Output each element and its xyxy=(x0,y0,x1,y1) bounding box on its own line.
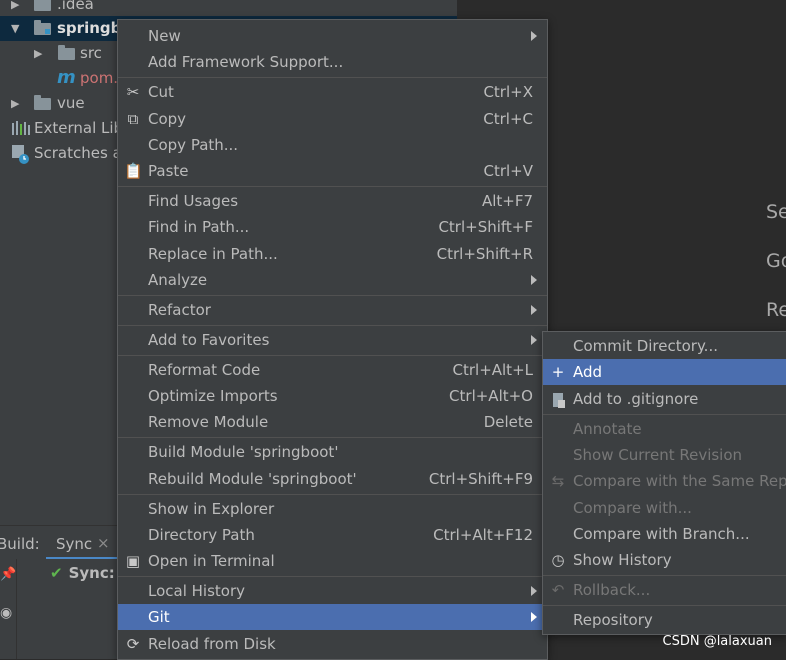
menu-item-reformat-code[interactable]: Reformat Code Ctrl+Alt+L xyxy=(118,357,547,383)
menu-item-find-usages[interactable]: Find Usages Alt+F7 xyxy=(118,188,547,214)
build-side-toolbar: 📌 ◉ xyxy=(0,559,17,659)
editor-hint-recent: Re xyxy=(766,299,786,321)
separator xyxy=(118,325,547,326)
scratches-icon xyxy=(11,141,31,174)
menu-item-directory-path[interactable]: Directory Path Ctrl+Alt+F12 xyxy=(118,522,547,548)
submenu-arrow-icon xyxy=(531,612,537,622)
menu-item-replace-in-path[interactable]: Replace in Path... Ctrl+Shift+R xyxy=(118,241,547,267)
compare-arrows-icon: ⇆ xyxy=(551,472,565,490)
sync-status: ✔ Sync: xyxy=(50,564,115,582)
menu-item-show-in-explorer[interactable]: Show in Explorer xyxy=(118,496,547,522)
menu-item-local-history[interactable]: Local History xyxy=(118,578,547,604)
expand-arrow-icon[interactable]: ▶ xyxy=(34,41,42,66)
submenu-arrow-icon xyxy=(531,31,537,41)
close-tab-icon[interactable]: × xyxy=(97,534,110,552)
separator xyxy=(118,355,547,356)
plus-icon: + xyxy=(551,363,565,381)
submenu-arrow-icon xyxy=(531,275,537,285)
menu-item-add-framework-support[interactable]: Add Framework Support... xyxy=(118,49,547,75)
folder-icon xyxy=(34,0,51,11)
context-menu: New Add Framework Support... ✂ Cut Ctrl+X … xyxy=(117,19,548,660)
clock-icon: ◷ xyxy=(551,551,565,569)
git-item-commit-directory[interactable]: Commit Directory... xyxy=(543,333,786,359)
eye-icon[interactable]: ◉ xyxy=(0,605,12,621)
expand-arrow-icon[interactable]: ▶ xyxy=(11,91,19,116)
menu-item-copy[interactable]: ⧉ Copy Ctrl+C xyxy=(118,106,547,132)
menu-item-cut[interactable]: ✂ Cut Ctrl+X xyxy=(118,79,547,105)
menu-item-git[interactable]: Git xyxy=(118,604,547,630)
separator xyxy=(118,494,547,495)
folder-icon xyxy=(34,95,51,110)
expand-arrow-icon[interactable]: ▶ xyxy=(11,0,19,17)
git-item-add-to-gitignore[interactable]: Add to .gitignore xyxy=(543,386,786,412)
menu-item-paste[interactable]: 📋 Paste Ctrl+V xyxy=(118,158,547,184)
git-item-show-current-revision[interactable]: Show Current Revision xyxy=(543,442,786,468)
menu-item-reload-from-disk[interactable]: ⟳ Reload from Disk xyxy=(118,631,547,657)
git-item-add[interactable]: + Add xyxy=(543,359,786,385)
menu-item-build-module[interactable]: Build Module 'springboot' xyxy=(118,439,547,465)
git-submenu: Commit Directory... + Add Add to .gitigno… xyxy=(542,331,786,635)
submenu-arrow-icon xyxy=(531,305,537,315)
git-item-annotate[interactable]: Annotate xyxy=(543,416,786,442)
git-item-compare-same-repo[interactable]: ⇆ Compare with the Same Repo xyxy=(543,468,786,494)
menu-item-refactor[interactable]: Refactor xyxy=(118,297,547,323)
separator xyxy=(118,186,547,187)
editor-hint-search: Se xyxy=(766,201,786,223)
rollback-icon: ↶ xyxy=(551,581,565,599)
menu-item-analyze[interactable]: Analyze xyxy=(118,267,547,293)
copy-icon: ⧉ xyxy=(127,110,139,128)
menu-item-open-in-terminal[interactable]: ▣ Open in Terminal xyxy=(118,548,547,574)
maven-icon: m xyxy=(57,67,76,88)
success-check-icon: ✔ xyxy=(50,564,63,582)
build-label: Build: xyxy=(0,535,40,553)
menu-item-optimize-imports[interactable]: Optimize Imports Ctrl+Alt+O xyxy=(118,383,547,409)
folder-icon xyxy=(58,45,75,60)
separator xyxy=(118,437,547,438)
separator xyxy=(118,576,547,577)
menu-item-add-to-favorites[interactable]: Add to Favorites xyxy=(118,327,547,353)
separator xyxy=(543,575,786,576)
reload-icon: ⟳ xyxy=(126,635,140,653)
separator xyxy=(118,295,547,296)
scissors-icon: ✂ xyxy=(126,83,140,101)
menu-item-rebuild-module[interactable]: Rebuild Module 'springboot' Ctrl+Shift+F9 xyxy=(118,466,547,492)
git-item-compare-with[interactable]: Compare with... xyxy=(543,495,786,521)
tab-sync[interactable]: Sync × xyxy=(46,533,118,559)
tree-item-idea[interactable]: ▶ .idea xyxy=(0,0,457,17)
menu-item-new[interactable]: New xyxy=(118,23,547,49)
module-folder-icon xyxy=(34,20,51,35)
menu-item-remove-module[interactable]: Remove Module Delete xyxy=(118,409,547,435)
menu-item-copy-path[interactable]: Copy Path... xyxy=(118,132,547,158)
separator xyxy=(543,414,786,415)
git-item-show-history[interactable]: ◷ Show History xyxy=(543,547,786,573)
editor-hint-goto: Go xyxy=(766,250,786,272)
menu-item-find-in-path[interactable]: Find in Path... Ctrl+Shift+F xyxy=(118,214,547,240)
terminal-icon: ▣ xyxy=(125,552,141,570)
pin-icon[interactable]: 📌 xyxy=(0,567,16,582)
submenu-arrow-icon xyxy=(531,335,537,345)
git-item-compare-with-branch[interactable]: Compare with Branch... xyxy=(543,521,786,547)
submenu-arrow-icon xyxy=(531,586,537,596)
separator xyxy=(118,77,547,78)
collapse-arrow-icon[interactable]: ▼ xyxy=(11,16,19,41)
separator xyxy=(543,605,786,606)
git-item-repository[interactable]: Repository xyxy=(543,607,786,633)
watermark: CSDN @lalaxuan xyxy=(662,634,773,649)
git-item-rollback[interactable]: ↶ Rollback... xyxy=(543,577,786,603)
paste-icon: 📋 xyxy=(124,162,143,180)
